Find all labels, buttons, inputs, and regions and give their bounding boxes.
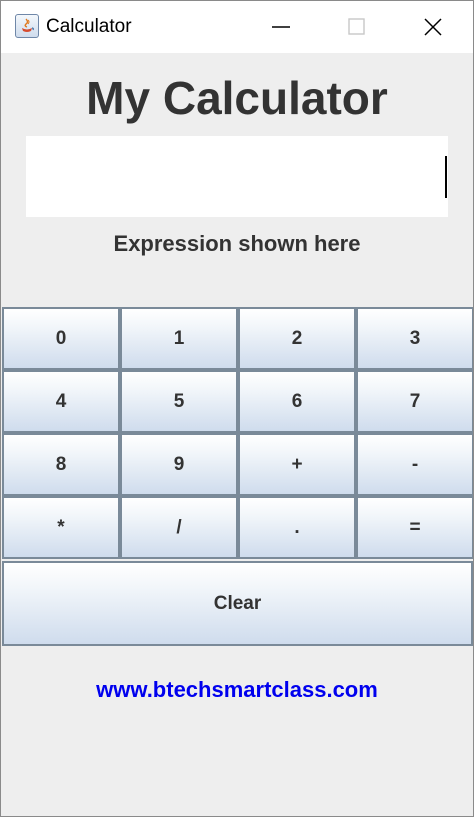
window-title: Calculator: [46, 16, 132, 37]
key-8[interactable]: 8: [2, 433, 120, 496]
title-bar[interactable]: Calculator: [1, 1, 473, 53]
clear-button[interactable]: Clear: [2, 561, 473, 646]
text-caret: [445, 156, 447, 198]
maximize-button[interactable]: [328, 1, 384, 53]
key-divide[interactable]: /: [120, 496, 238, 559]
key-3[interactable]: 3: [356, 307, 473, 370]
key-2[interactable]: 2: [238, 307, 356, 370]
close-icon: [424, 18, 442, 36]
key-9[interactable]: 9: [120, 433, 238, 496]
key-plus[interactable]: +: [238, 433, 356, 496]
key-1[interactable]: 1: [120, 307, 238, 370]
calculator-display[interactable]: [26, 136, 448, 217]
key-0[interactable]: 0: [2, 307, 120, 370]
key-4[interactable]: 4: [2, 370, 120, 433]
key-equals[interactable]: =: [356, 496, 473, 559]
keypad: 0 1 2 3 4 5 6 7 8 9 + - * / . =: [2, 307, 473, 559]
calculator-window: Calculator My Calculator Expression show…: [0, 0, 474, 817]
website-link[interactable]: www.btechsmartclass.com: [1, 676, 473, 704]
app-heading: My Calculator: [86, 72, 388, 124]
key-multiply[interactable]: *: [2, 496, 120, 559]
key-minus[interactable]: -: [356, 433, 473, 496]
key-6[interactable]: 6: [238, 370, 356, 433]
minimize-icon: [272, 26, 290, 28]
key-decimal[interactable]: .: [238, 496, 356, 559]
close-button[interactable]: [405, 1, 461, 53]
key-5[interactable]: 5: [120, 370, 238, 433]
expression-label: Expression shown here: [113, 231, 361, 256]
java-app-icon[interactable]: [15, 14, 39, 38]
key-7[interactable]: 7: [356, 370, 473, 433]
minimize-button[interactable]: [253, 1, 309, 53]
maximize-icon: [348, 18, 365, 35]
